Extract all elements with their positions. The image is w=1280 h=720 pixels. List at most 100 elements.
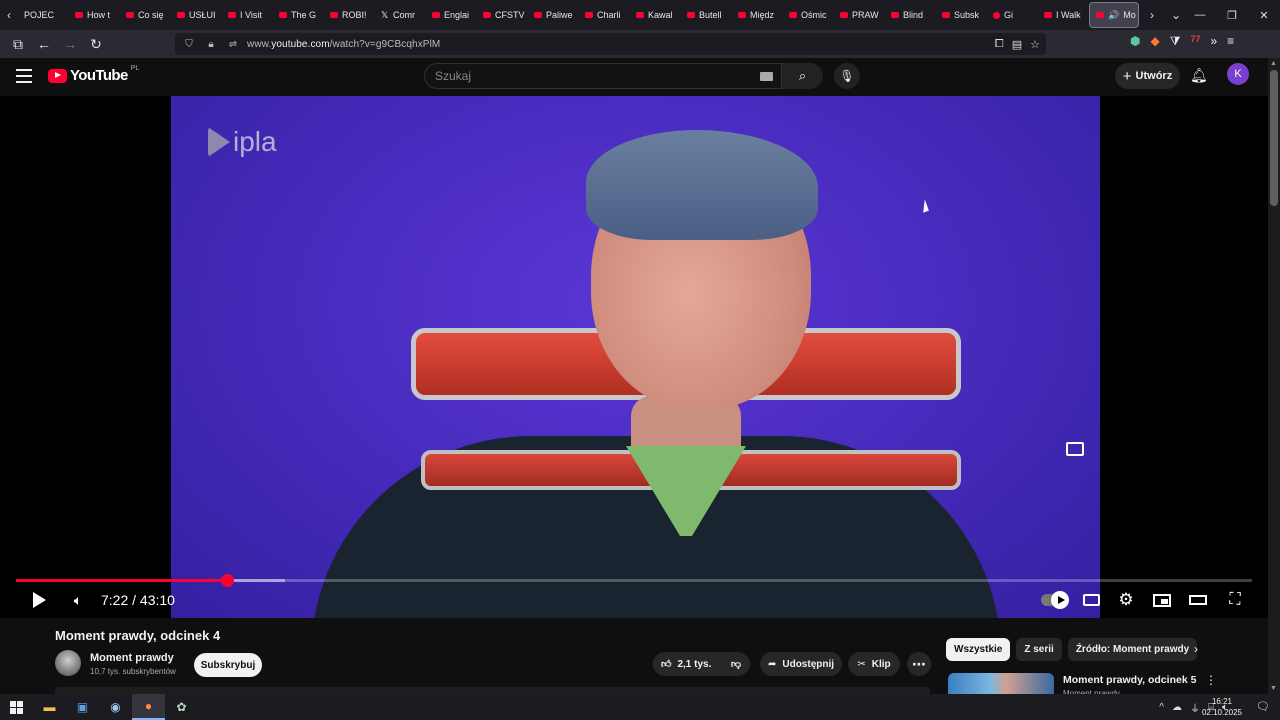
extensions-puzzle-icon[interactable]: ⧩ — [1170, 34, 1181, 49]
notifications-bell-icon[interactable]: 🔔︎ — [1190, 67, 1208, 84]
tab-scroll-right-icon[interactable]: › — [1143, 0, 1161, 30]
list-all-tabs-icon[interactable]: ⌄ — [1167, 0, 1185, 30]
tab-item[interactable]: 𝕏 Comr — [375, 0, 426, 30]
channel-subscriber-count: 10,7 tys. subskrybentów — [90, 667, 176, 676]
miniplayer-overlay-icon[interactable] — [1066, 442, 1084, 456]
subscribe-button[interactable]: Subskrybuj — [194, 653, 262, 677]
channel-avatar[interactable] — [55, 650, 81, 676]
menu-hamburger-icon[interactable]: ≡ — [1227, 34, 1234, 49]
tab-item[interactable]: USŁUI — [171, 0, 222, 30]
restore-icon[interactable]: ❐ — [1216, 0, 1248, 30]
search-button[interactable]: ⌕ — [782, 63, 823, 89]
file-explorer-icon[interactable]: ▬ — [33, 694, 66, 720]
close-icon[interactable]: ✕ — [1248, 0, 1280, 30]
fox-extension-icon[interactable]: ◆ — [1150, 34, 1159, 49]
tab-item[interactable]: Co się — [120, 0, 171, 30]
play-button[interactable] — [30, 587, 48, 613]
mute-button[interactable]: 🔈︎ — [68, 587, 88, 613]
tab-item[interactable]: How t — [69, 0, 120, 30]
description-box-edge — [55, 687, 930, 694]
scroll-down-icon[interactable]: ▼ — [1270, 685, 1277, 692]
scroll-up-icon[interactable]: ▲ — [1270, 60, 1277, 67]
scrollbar-thumb[interactable] — [1270, 70, 1278, 206]
tab-item[interactable]: Blind — [885, 0, 936, 30]
theater-mode-button[interactable] — [1188, 587, 1208, 613]
recommended-menu-icon[interactable]: ⋮ — [1205, 673, 1217, 687]
filter-chip[interactable]: Wszystkie — [946, 638, 1011, 661]
taskbar-clock[interactable]: 16:21 02.10.2025 — [1202, 696, 1242, 718]
tab-item[interactable]: Butell — [681, 0, 732, 30]
more-actions-button[interactable]: ⋯ — [907, 652, 931, 676]
vpn-extension-icon[interactable]: ⬢ — [1130, 34, 1140, 49]
recommended-title[interactable]: Moment prawdy, odcinek 5 — [1063, 674, 1196, 686]
tab-item[interactable]: CFSTV — [477, 0, 528, 30]
speaker-icon[interactable]: 🔊 — [1108, 10, 1119, 21]
minimize-icon[interactable]: — — [1184, 0, 1216, 30]
tab-active[interactable]: 🔊 Mo — [1089, 2, 1139, 28]
overflow-chevron-icon[interactable]: » — [1210, 34, 1217, 49]
notification-center-icon[interactable]: 🗨︎ — [1256, 700, 1270, 713]
video-player[interactable]: ipla 🔈︎ 7:22 / 43:10 ⚙︎ ⛶ — [0, 96, 1268, 618]
firefox-icon[interactable]: ● — [132, 694, 165, 720]
account-avatar[interactable]: K — [1227, 63, 1249, 85]
tab-item[interactable]: I Visit — [222, 0, 273, 30]
chips-next-chevron-icon[interactable]: › — [1194, 642, 1198, 656]
usb-icon[interactable]: ⏚ — [1190, 700, 1200, 715]
recommended-thumbnail[interactable] — [948, 673, 1054, 694]
shield-icon[interactable]: ⛉ — [181, 39, 197, 50]
steam-icon[interactable]: ◉ — [99, 694, 132, 720]
clip-button[interactable]: ✂ Klip — [848, 652, 900, 676]
bookmark-star-icon[interactable]: ☆ — [1030, 38, 1040, 51]
page-scrollbar[interactable]: ▲ ▼ — [1268, 58, 1280, 694]
app-icon[interactable]: ✿ — [165, 694, 198, 720]
adblock-extension-icon[interactable]: 77 — [1190, 34, 1200, 49]
progress-bar[interactable] — [16, 574, 1252, 587]
tab-item[interactable]: ROBI! — [324, 0, 375, 30]
permissions-icon[interactable]: ⇌ — [225, 39, 241, 50]
autoplay-toggle[interactable] — [1040, 587, 1069, 613]
tab-item[interactable]: Międz — [732, 0, 783, 30]
share-button[interactable]: ➦ Udostępnij — [760, 652, 842, 676]
tab-item[interactable]: POJEC — [18, 0, 69, 30]
subtitles-button[interactable] — [1082, 587, 1100, 613]
filter-chip[interactable]: Z serii — [1016, 638, 1062, 661]
tab-item[interactable]: PRAW — [834, 0, 885, 30]
tab-item[interactable]: The G — [273, 0, 324, 30]
youtube-logo[interactable]: YouTube PL — [48, 65, 139, 84]
settings-button[interactable]: ⚙︎ — [1116, 587, 1136, 613]
tab-item[interactable]: I Walk — [1038, 0, 1089, 30]
tab-item[interactable]: Englai — [426, 0, 477, 30]
onedrive-icon[interactable]: ☁ — [1172, 702, 1182, 713]
channel-name[interactable]: Moment prawdy — [90, 652, 174, 664]
tab-scroll-left-icon[interactable]: ‹ — [0, 0, 18, 30]
guide-menu-icon[interactable] — [16, 69, 32, 83]
miniplayer-button[interactable] — [1152, 587, 1172, 613]
forward-icon[interactable]: → — [58, 32, 82, 56]
search-input[interactable]: Szukaj — [424, 63, 782, 89]
picture-in-picture-icon[interactable]: ⧠ — [995, 38, 1004, 51]
create-button[interactable]: + Utwórz — [1115, 63, 1180, 89]
video-frame[interactable]: ipla — [171, 96, 1100, 618]
dislike-button[interactable]: 👎︎ — [722, 652, 750, 676]
keyboard-icon[interactable] — [760, 72, 773, 81]
tray-chevron-icon[interactable]: ^ — [1159, 702, 1164, 713]
watermark-text: ipla — [233, 126, 277, 157]
tab-item[interactable]: Subsk — [936, 0, 987, 30]
tab-item[interactable]: Charli — [579, 0, 630, 30]
start-button[interactable] — [0, 694, 33, 720]
back-icon[interactable]: ← — [32, 32, 56, 56]
voice-search-button[interactable]: 🎙︎ — [834, 63, 860, 89]
tab-overview-icon[interactable]: ⧉ — [6, 32, 30, 56]
remote-desktop-icon[interactable]: ▣ — [66, 694, 99, 720]
tab-item[interactable]: Kawal — [630, 0, 681, 30]
reload-icon[interactable]: ↻ — [84, 32, 108, 56]
address-bar[interactable]: ⛉ 🔒︎ ⇌ www.youtube.com/watch?v=g9CBcqhxP… — [175, 33, 1046, 55]
tab-item[interactable]: Paliwe — [528, 0, 579, 30]
filter-chip[interactable]: Źródło: Moment prawdy — [1067, 638, 1198, 661]
reader-view-icon[interactable]: ▤ — [1012, 38, 1022, 51]
tab-item[interactable]: Ośmic — [783, 0, 834, 30]
url-text[interactable]: www.youtube.com/watch?v=g9CBcqhxPlM — [247, 39, 440, 50]
tab-item[interactable]: Gi — [987, 0, 1038, 30]
lock-icon[interactable]: 🔒︎ — [203, 39, 219, 50]
fullscreen-button[interactable]: ⛶ — [1225, 587, 1245, 613]
